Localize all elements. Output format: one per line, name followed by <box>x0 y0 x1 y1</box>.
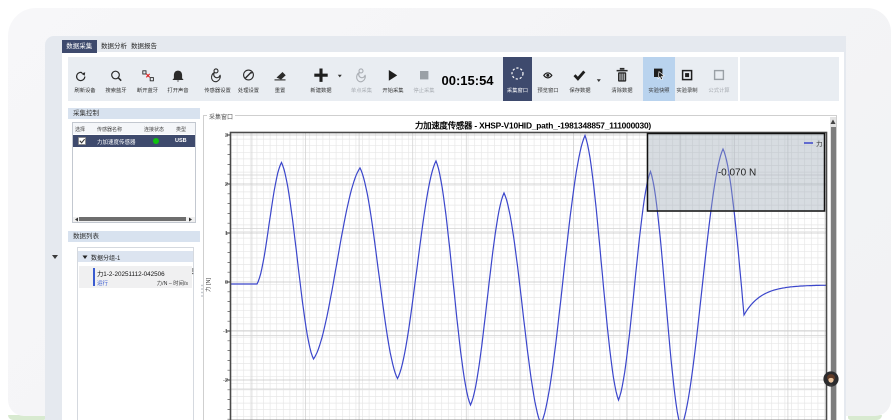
svg-text:力加速度传感器 - XHSP-V10HID_path_-19: 力加速度传感器 - XHSP-V10HID_path_-1981348857_1… <box>415 121 651 131</box>
svg-text:-0.070 N: -0.070 N <box>718 168 756 179</box>
svg-text:-1: -1 <box>223 329 228 335</box>
svg-text:力 [N]: 力 [N] <box>204 278 212 293</box>
svg-text:0: 0 <box>225 280 228 286</box>
svg-text:-2: -2 <box>223 378 228 384</box>
svg-text:1: 1 <box>225 231 228 237</box>
svg-text:力: 力 <box>816 139 823 148</box>
svg-text:3: 3 <box>225 133 228 139</box>
svg-text:2: 2 <box>225 182 228 188</box>
